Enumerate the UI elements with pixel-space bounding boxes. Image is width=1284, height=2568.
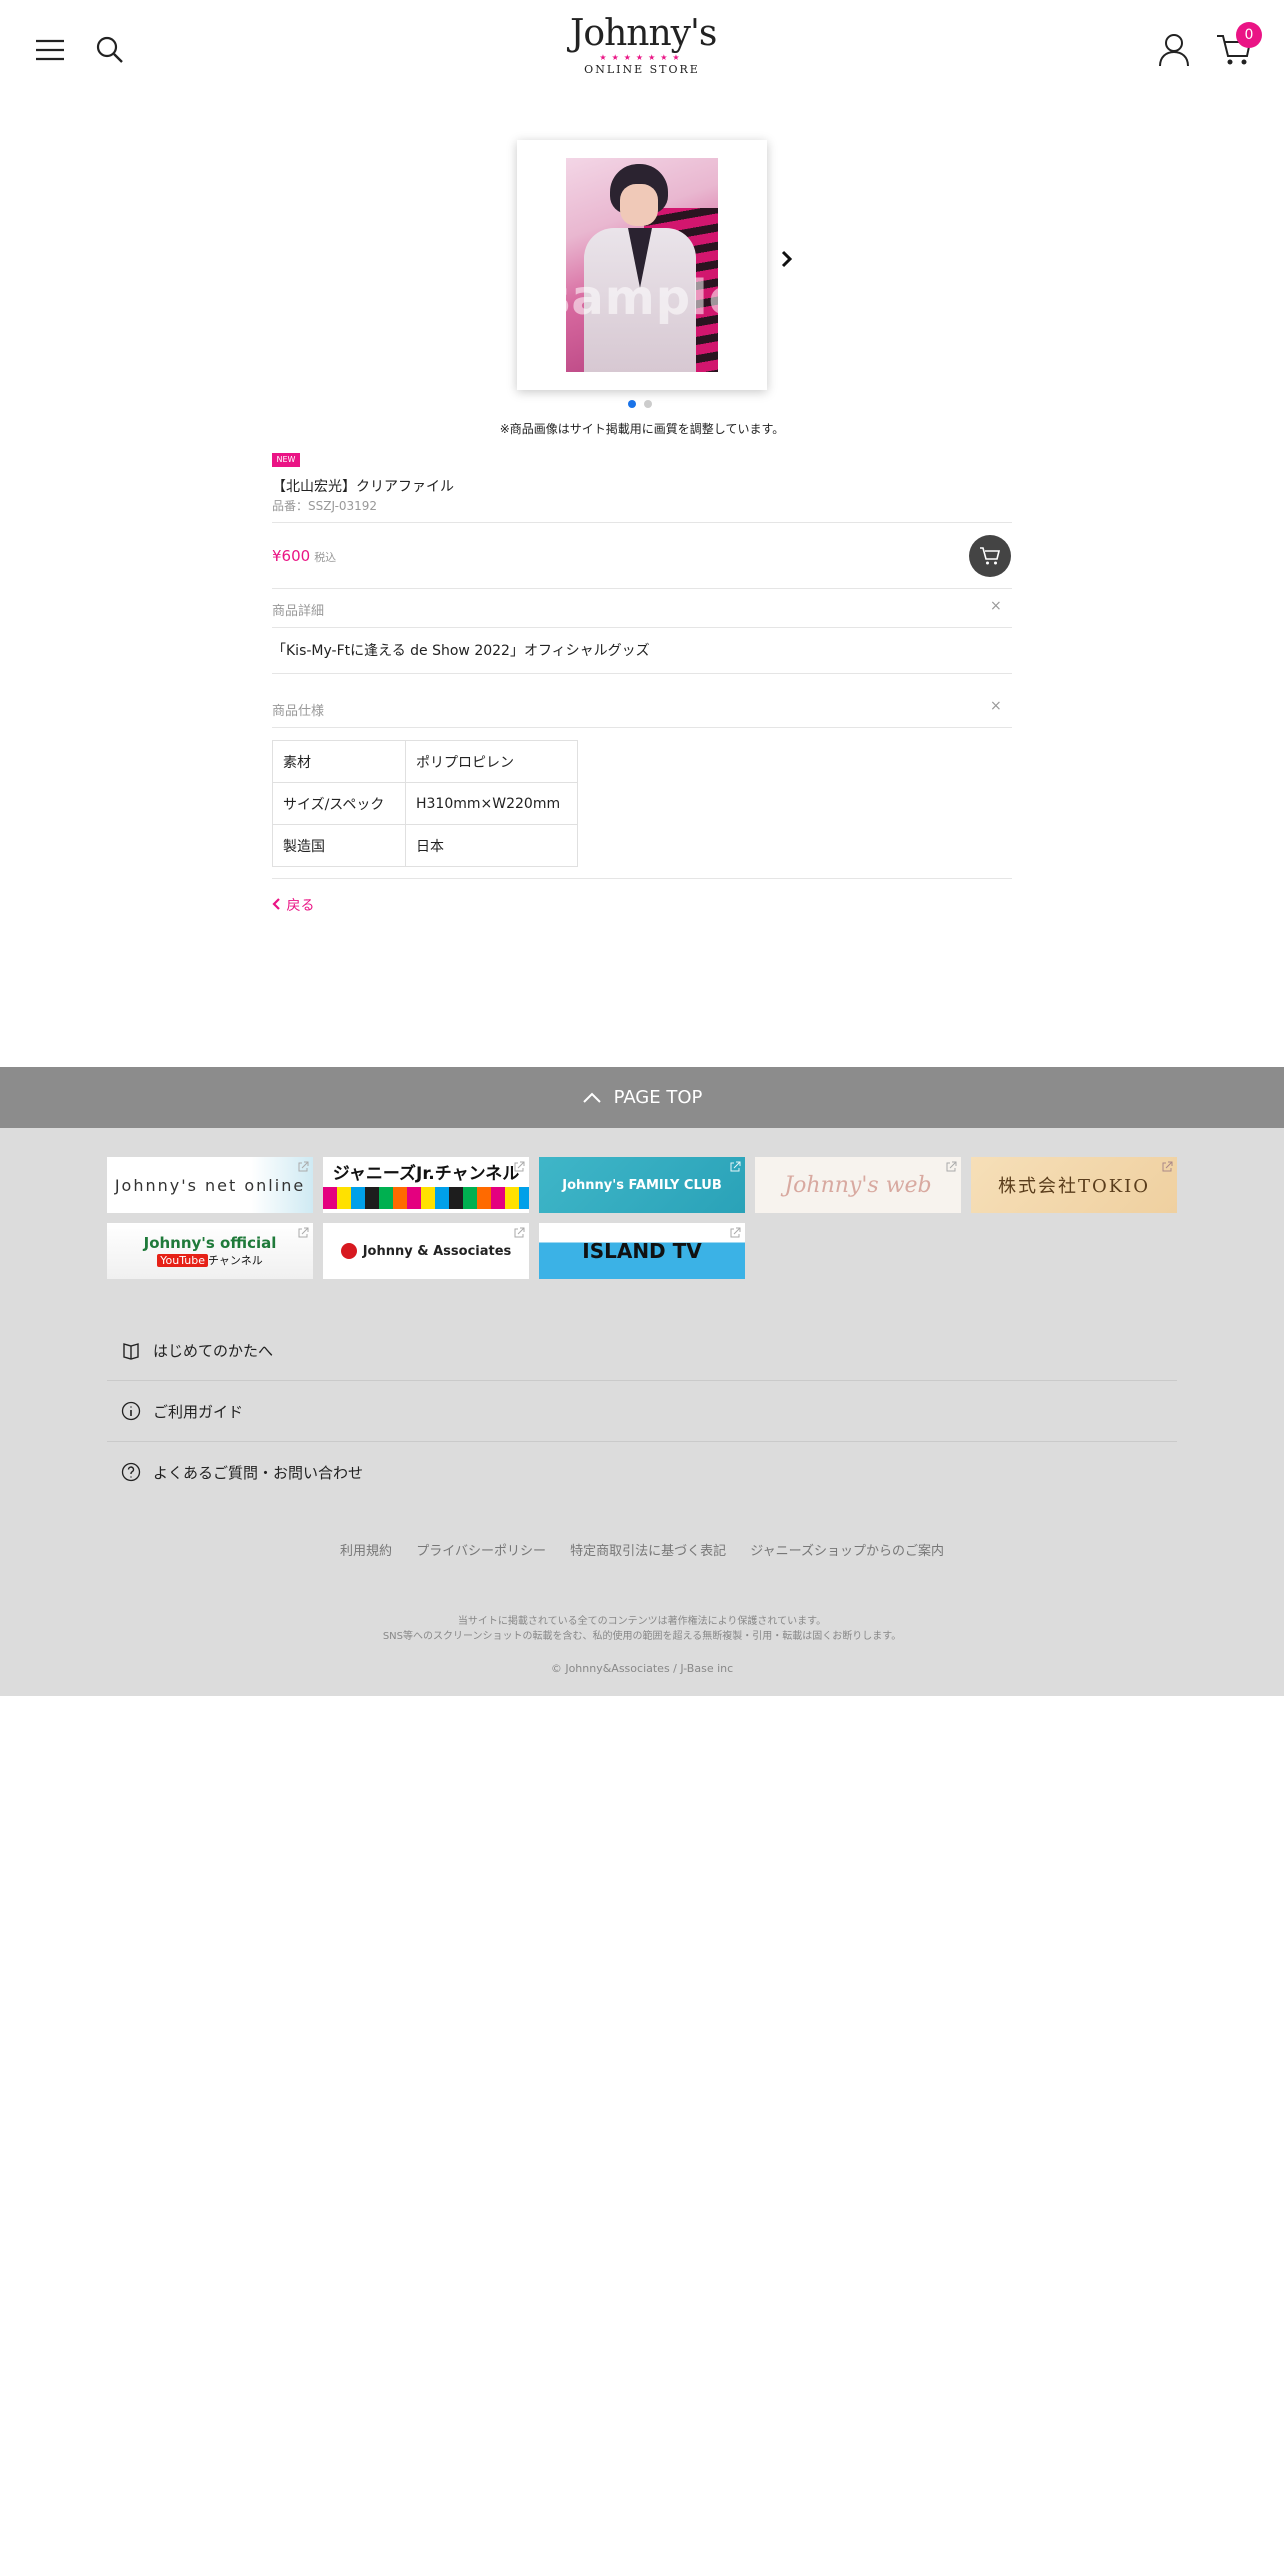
privacy-link[interactable]: プライバシーポリシー — [416, 1544, 546, 1559]
pagination-dot-1[interactable] — [628, 400, 636, 408]
info-icon — [121, 1401, 141, 1421]
banner-label: Johnny's net online — [114, 1175, 306, 1195]
logo-stars: ★★★★★★★ — [599, 53, 685, 62]
external-link-icon — [298, 1227, 309, 1238]
divider — [272, 727, 1012, 728]
banner-label: Johnny & Associates — [362, 1243, 512, 1259]
table-row: 素材 ポリプロピレン — [272, 740, 578, 783]
legal-links: 利用規約 プライバシーポリシー 特定商取引法に基づく表記 ジャニーズショップから… — [0, 1540, 1284, 1559]
shop-info-link[interactable]: ジャニーズショップからのご案内 — [750, 1544, 944, 1559]
banner-johnnys-jr-channel[interactable]: ジャニーズJr.チャンネル — [323, 1157, 529, 1213]
help-icon — [121, 1462, 141, 1482]
product-title: 【北山宏光】クリアファイル — [272, 479, 454, 495]
footer-link-label: ご利用ガイド — [153, 1402, 244, 1421]
spec-value: ポリプロピレン — [405, 740, 578, 783]
divider — [272, 588, 1012, 589]
product-sku: 品番：SSZJ-03192 — [272, 499, 378, 513]
banner-label: Johnny's FAMILY CLUB — [562, 1177, 722, 1193]
footer-link-first-time[interactable]: はじめてのかたへ — [107, 1320, 1177, 1380]
divider — [272, 673, 1012, 674]
site-header: Johnny's ★★★★★★★ ONLINE STORE 0 — [0, 0, 1284, 100]
spec-key: サイズ/スペック — [272, 782, 406, 825]
banner-label: ISLAND TV — [582, 1239, 702, 1263]
youtube-label: YouTube — [157, 1254, 209, 1267]
channel-label: チャンネル — [208, 1254, 263, 1267]
divider — [272, 522, 1012, 523]
external-link-icon — [730, 1227, 741, 1238]
new-badge: NEW — [272, 453, 300, 467]
copyright-note-2: SNS等へのスクリーンショットの転載を含む、私的使用の範囲を超える無断複製・引用… — [382, 1631, 902, 1642]
banner-island-tv[interactable]: ISLAND TV — [539, 1223, 745, 1279]
external-link-icon — [946, 1161, 957, 1172]
page-top-button[interactable]: PAGE TOP — [0, 1067, 1284, 1128]
book-icon — [123, 1343, 139, 1360]
logo-main-text: Johnny's — [570, 13, 717, 54]
external-link-icon — [514, 1161, 525, 1172]
banner-label: ジャニーズJr.チャンネル — [332, 1164, 520, 1184]
back-label: 戻る — [286, 898, 315, 914]
product-price: ¥600 税込 — [272, 547, 336, 565]
banner-label: Johnny's official — [143, 1234, 277, 1252]
banner-label: 株式会社TOKIO — [997, 1176, 1151, 1197]
product-description: 「Kis-My-Ftに逢える de Show 2022」オフィシャルグッズ — [272, 643, 650, 659]
image-note: ※商品画像はサイト掲載用に画質を調整しています。 — [499, 422, 785, 436]
banner-johnnys-official-youtube[interactable]: Johnny's official YouTube チャンネル — [107, 1223, 313, 1279]
next-image-chevron-icon[interactable] — [778, 248, 796, 270]
spec-value: H310mm×W220mm — [405, 782, 578, 825]
pagination-dot-2[interactable] — [644, 400, 652, 408]
copyright: © Johnny&Associates / J-Base inc — [550, 1662, 734, 1675]
divider — [272, 627, 1012, 628]
banner-johnnys-family-club[interactable]: Johnny's FAMILY CLUB — [539, 1157, 745, 1213]
external-link-icon — [730, 1161, 741, 1172]
back-link[interactable]: 戻る — [272, 895, 314, 915]
tokushoho-link[interactable]: 特定商取引法に基づく表記 — [570, 1544, 726, 1559]
collapse-spec-close-icon[interactable]: × — [990, 698, 1002, 714]
terms-link[interactable]: 利用規約 — [340, 1544, 392, 1559]
copyright-note-1: 当サイトに掲載されている全てのコンテンツは著作権法により保護されています。 — [457, 1616, 827, 1627]
sample-watermark: sample — [541, 270, 743, 326]
external-link-icon — [514, 1227, 525, 1238]
footer-link-label: はじめてのかたへ — [153, 1341, 274, 1360]
page-top-label: PAGE TOP — [613, 1087, 703, 1108]
footer-link-faq[interactable]: よくあるご質問・お問い合わせ — [107, 1442, 1177, 1502]
table-row: サイズ/スペック H310mm×W220mm — [272, 782, 578, 825]
logo-subtitle: ONLINE STORE — [584, 63, 700, 76]
spec-key: 素材 — [272, 740, 406, 783]
detail-section-header[interactable]: 商品詳細 — [272, 600, 1012, 619]
divider — [272, 878, 1012, 879]
add-to-cart-button[interactable] — [969, 535, 1011, 577]
table-row: 製造国 日本 — [272, 824, 578, 867]
banner-sublabel: YouTube チャンネル — [157, 1253, 263, 1269]
cart-count-badge: 0 — [1236, 22, 1262, 48]
color-strip — [323, 1187, 529, 1209]
product-photo — [566, 158, 718, 372]
chevron-left-icon — [272, 898, 280, 910]
banner-johnnys-net-online[interactable]: Johnny's net online — [107, 1157, 313, 1213]
banner-johnny-and-associates[interactable]: Johnny & Associates — [323, 1223, 529, 1279]
account-icon[interactable] — [1154, 28, 1194, 72]
footer-link-label: よくあるご質問・お問い合わせ — [153, 1463, 364, 1482]
price-tax-label: 税込 — [314, 551, 337, 564]
image-pagination — [628, 400, 658, 410]
spec-key: 製造国 — [272, 824, 406, 867]
price-value: ¥600 — [272, 547, 311, 565]
footer-link-guide[interactable]: ご利用ガイド — [107, 1381, 1177, 1441]
spec-value: 日本 — [405, 824, 578, 867]
spec-table: 素材 ポリプロピレン サイズ/スペック H310mm×W220mm 製造国 日本 — [272, 740, 578, 867]
external-link-icon — [1162, 1161, 1173, 1172]
banner-tokio[interactable]: 株式会社TOKIO — [971, 1157, 1177, 1213]
search-icon[interactable] — [90, 30, 130, 70]
hamburger-menu-icon[interactable] — [30, 30, 70, 70]
site-logo[interactable]: Johnny's ★★★★★★★ ONLINE STORE — [570, 13, 717, 84]
spec-section-header[interactable]: 商品仕様 — [272, 700, 1012, 719]
external-link-icon — [298, 1161, 309, 1172]
associates-logo-icon — [340, 1243, 357, 1259]
chevron-up-icon — [582, 1092, 601, 1103]
banner-label: Johnny's web — [784, 1172, 932, 1198]
collapse-detail-close-icon[interactable]: × — [990, 598, 1002, 614]
product-image[interactable]: sample — [517, 140, 767, 390]
banner-johnnys-web[interactable]: Johnny's web — [755, 1157, 961, 1213]
